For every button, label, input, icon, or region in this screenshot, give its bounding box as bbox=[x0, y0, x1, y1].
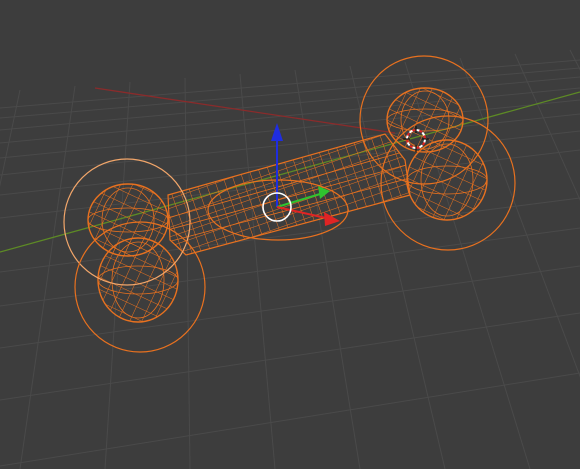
viewport-canvas[interactable] bbox=[0, 0, 580, 469]
bone-shaft[interactable] bbox=[160, 133, 411, 256]
z-arrow-icon[interactable] bbox=[271, 123, 283, 141]
floor-grid bbox=[0, 49, 580, 469]
left-knob-lower[interactable] bbox=[97, 237, 179, 323]
3d-viewport[interactable] bbox=[0, 0, 580, 469]
